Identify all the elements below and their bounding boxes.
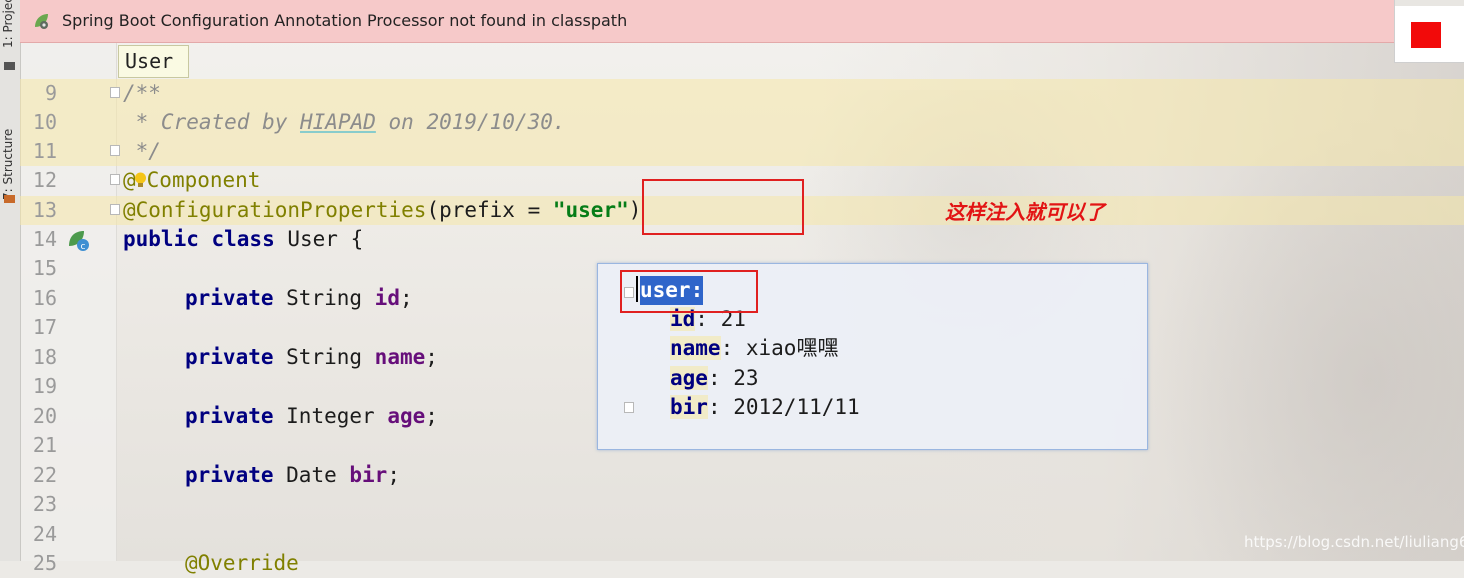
line-number: 17 — [32, 315, 57, 339]
code-fragment: (prefix = — [426, 198, 553, 222]
tab-structure-label: 7: Structure — [1, 128, 15, 200]
code-line[interactable]: 9 /** — [20, 79, 1464, 108]
yml-value: 2012/11/11 — [733, 395, 860, 419]
yml-entry: age: 23 — [670, 366, 759, 390]
annotation-name: Component — [146, 168, 261, 192]
line-number: 11 — [32, 139, 57, 163]
field-name: bir — [349, 463, 388, 487]
code-text: @ConfigurationProperties(prefix = "user"… — [123, 196, 641, 225]
notification-bar[interactable]: Spring Boot Configuration Annotation Pro… — [20, 0, 1464, 43]
line-number: 21 — [32, 433, 57, 457]
comment-author: HIAPAD — [300, 110, 376, 134]
svg-text:c: c — [81, 242, 86, 252]
code-text: /** — [123, 81, 161, 105]
line-number: 9 — [44, 81, 57, 105]
code-text: @ Component — [123, 166, 260, 195]
stop-record-button[interactable] — [1411, 22, 1441, 48]
code-line[interactable]: 22 private Date bir; — [20, 461, 1464, 490]
annotation-note: 这样注入就可以了 — [945, 200, 1105, 224]
type-name: Integer — [273, 404, 388, 428]
lightbulb-icon[interactable] — [134, 171, 147, 189]
line-number: 15 — [32, 256, 57, 280]
line-number: 20 — [32, 404, 57, 428]
string-literal: "user" — [552, 198, 629, 222]
fold-marker-icon[interactable] — [110, 204, 120, 215]
spring-bean-class-icon[interactable]: c — [67, 228, 91, 252]
line-number: 13 — [32, 198, 57, 222]
line-number: 24 — [32, 522, 57, 546]
line-number: 19 — [32, 374, 57, 398]
line-number: 23 — [32, 492, 57, 516]
project-icon — [4, 62, 15, 70]
comment-text: * Created by — [123, 110, 301, 134]
line-number: 10 — [32, 110, 57, 134]
left-tool-strip: 1: Project 7: Structure — [0, 0, 21, 561]
line-number: 16 — [32, 286, 57, 310]
tab-structure[interactable]: 7: Structure — [1, 129, 15, 200]
watermark-text: https://blog.csdn.net/liuliang68 — [1244, 533, 1464, 551]
field-name: id — [374, 286, 400, 310]
highlight-box-user-key — [620, 270, 758, 313]
widget-title-strip — [1395, 0, 1464, 6]
line-number: 12 — [32, 168, 57, 192]
notification-message: Spring Boot Configuration Annotation Pro… — [62, 11, 628, 30]
class-name-tooltip: User — [118, 45, 189, 78]
structure-icon — [4, 195, 15, 203]
spring-leaf-icon — [35, 14, 48, 29]
line-number: 22 — [32, 463, 57, 487]
keyword: private — [185, 345, 274, 369]
fold-marker-icon[interactable] — [110, 174, 120, 185]
code-text: private String id; — [185, 284, 413, 313]
code-text: private Date bir; — [185, 461, 400, 490]
yml-entry: name: xiao嘿嘿 — [670, 336, 839, 360]
tab-project-label: 1: Project — [1, 0, 15, 48]
highlight-box-prefix — [642, 179, 804, 235]
yml-entry: bir: 2012/11/11 — [670, 395, 860, 419]
type-name: String — [273, 286, 375, 310]
type-name: String — [273, 345, 375, 369]
code-text: private Integer age; — [185, 402, 438, 431]
yml-key: age — [670, 366, 708, 390]
code-text: */ — [123, 139, 161, 163]
keyword: private — [185, 463, 274, 487]
code-fragment: ) — [628, 198, 642, 222]
code-line[interactable]: 10 * Created by HIAPAD on 2019/10/30. — [20, 108, 1464, 137]
code-line[interactable]: 25 @Override — [20, 549, 1464, 578]
keyword: public class — [123, 227, 275, 251]
code-text: private String name; — [185, 343, 438, 372]
tooltip-text: User — [125, 49, 174, 73]
yml-value: xiao嘿嘿 — [745, 336, 839, 360]
tab-project[interactable]: 1: Project — [1, 0, 15, 48]
keyword: private — [185, 286, 274, 310]
field-name: age — [387, 404, 426, 428]
keyword: private — [185, 404, 274, 428]
code-fragment: ; — [425, 345, 438, 369]
fold-marker-icon[interactable] — [624, 402, 634, 413]
annotation-name: @ConfigurationProperties — [123, 198, 427, 222]
fold-marker-icon[interactable] — [110, 87, 120, 98]
yml-key: name — [670, 336, 721, 360]
code-fragment: ; — [387, 463, 400, 487]
code-fragment: User { — [274, 227, 364, 251]
yml-value: 23 — [733, 366, 759, 390]
line-number: 14 — [32, 227, 57, 251]
yml-key: bir — [670, 395, 708, 419]
line-number: 25 — [32, 551, 57, 575]
code-fragment: ; — [425, 404, 438, 428]
field-name: name — [374, 345, 426, 369]
type-name: Date — [273, 463, 350, 487]
code-text: public class User { — [123, 225, 363, 254]
code-text: @Override — [185, 551, 299, 575]
line-number: 18 — [32, 345, 57, 369]
code-fragment: ; — [399, 286, 413, 310]
code-text: * Created by HIAPAD on 2019/10/30. — [123, 108, 566, 137]
code-line[interactable]: 11 */ — [20, 137, 1464, 166]
recording-widget — [1394, 0, 1464, 63]
code-line[interactable]: 23 — [20, 490, 1464, 519]
fold-marker-icon[interactable] — [110, 145, 120, 156]
comment-date: on 2019/10/30. — [375, 110, 566, 134]
